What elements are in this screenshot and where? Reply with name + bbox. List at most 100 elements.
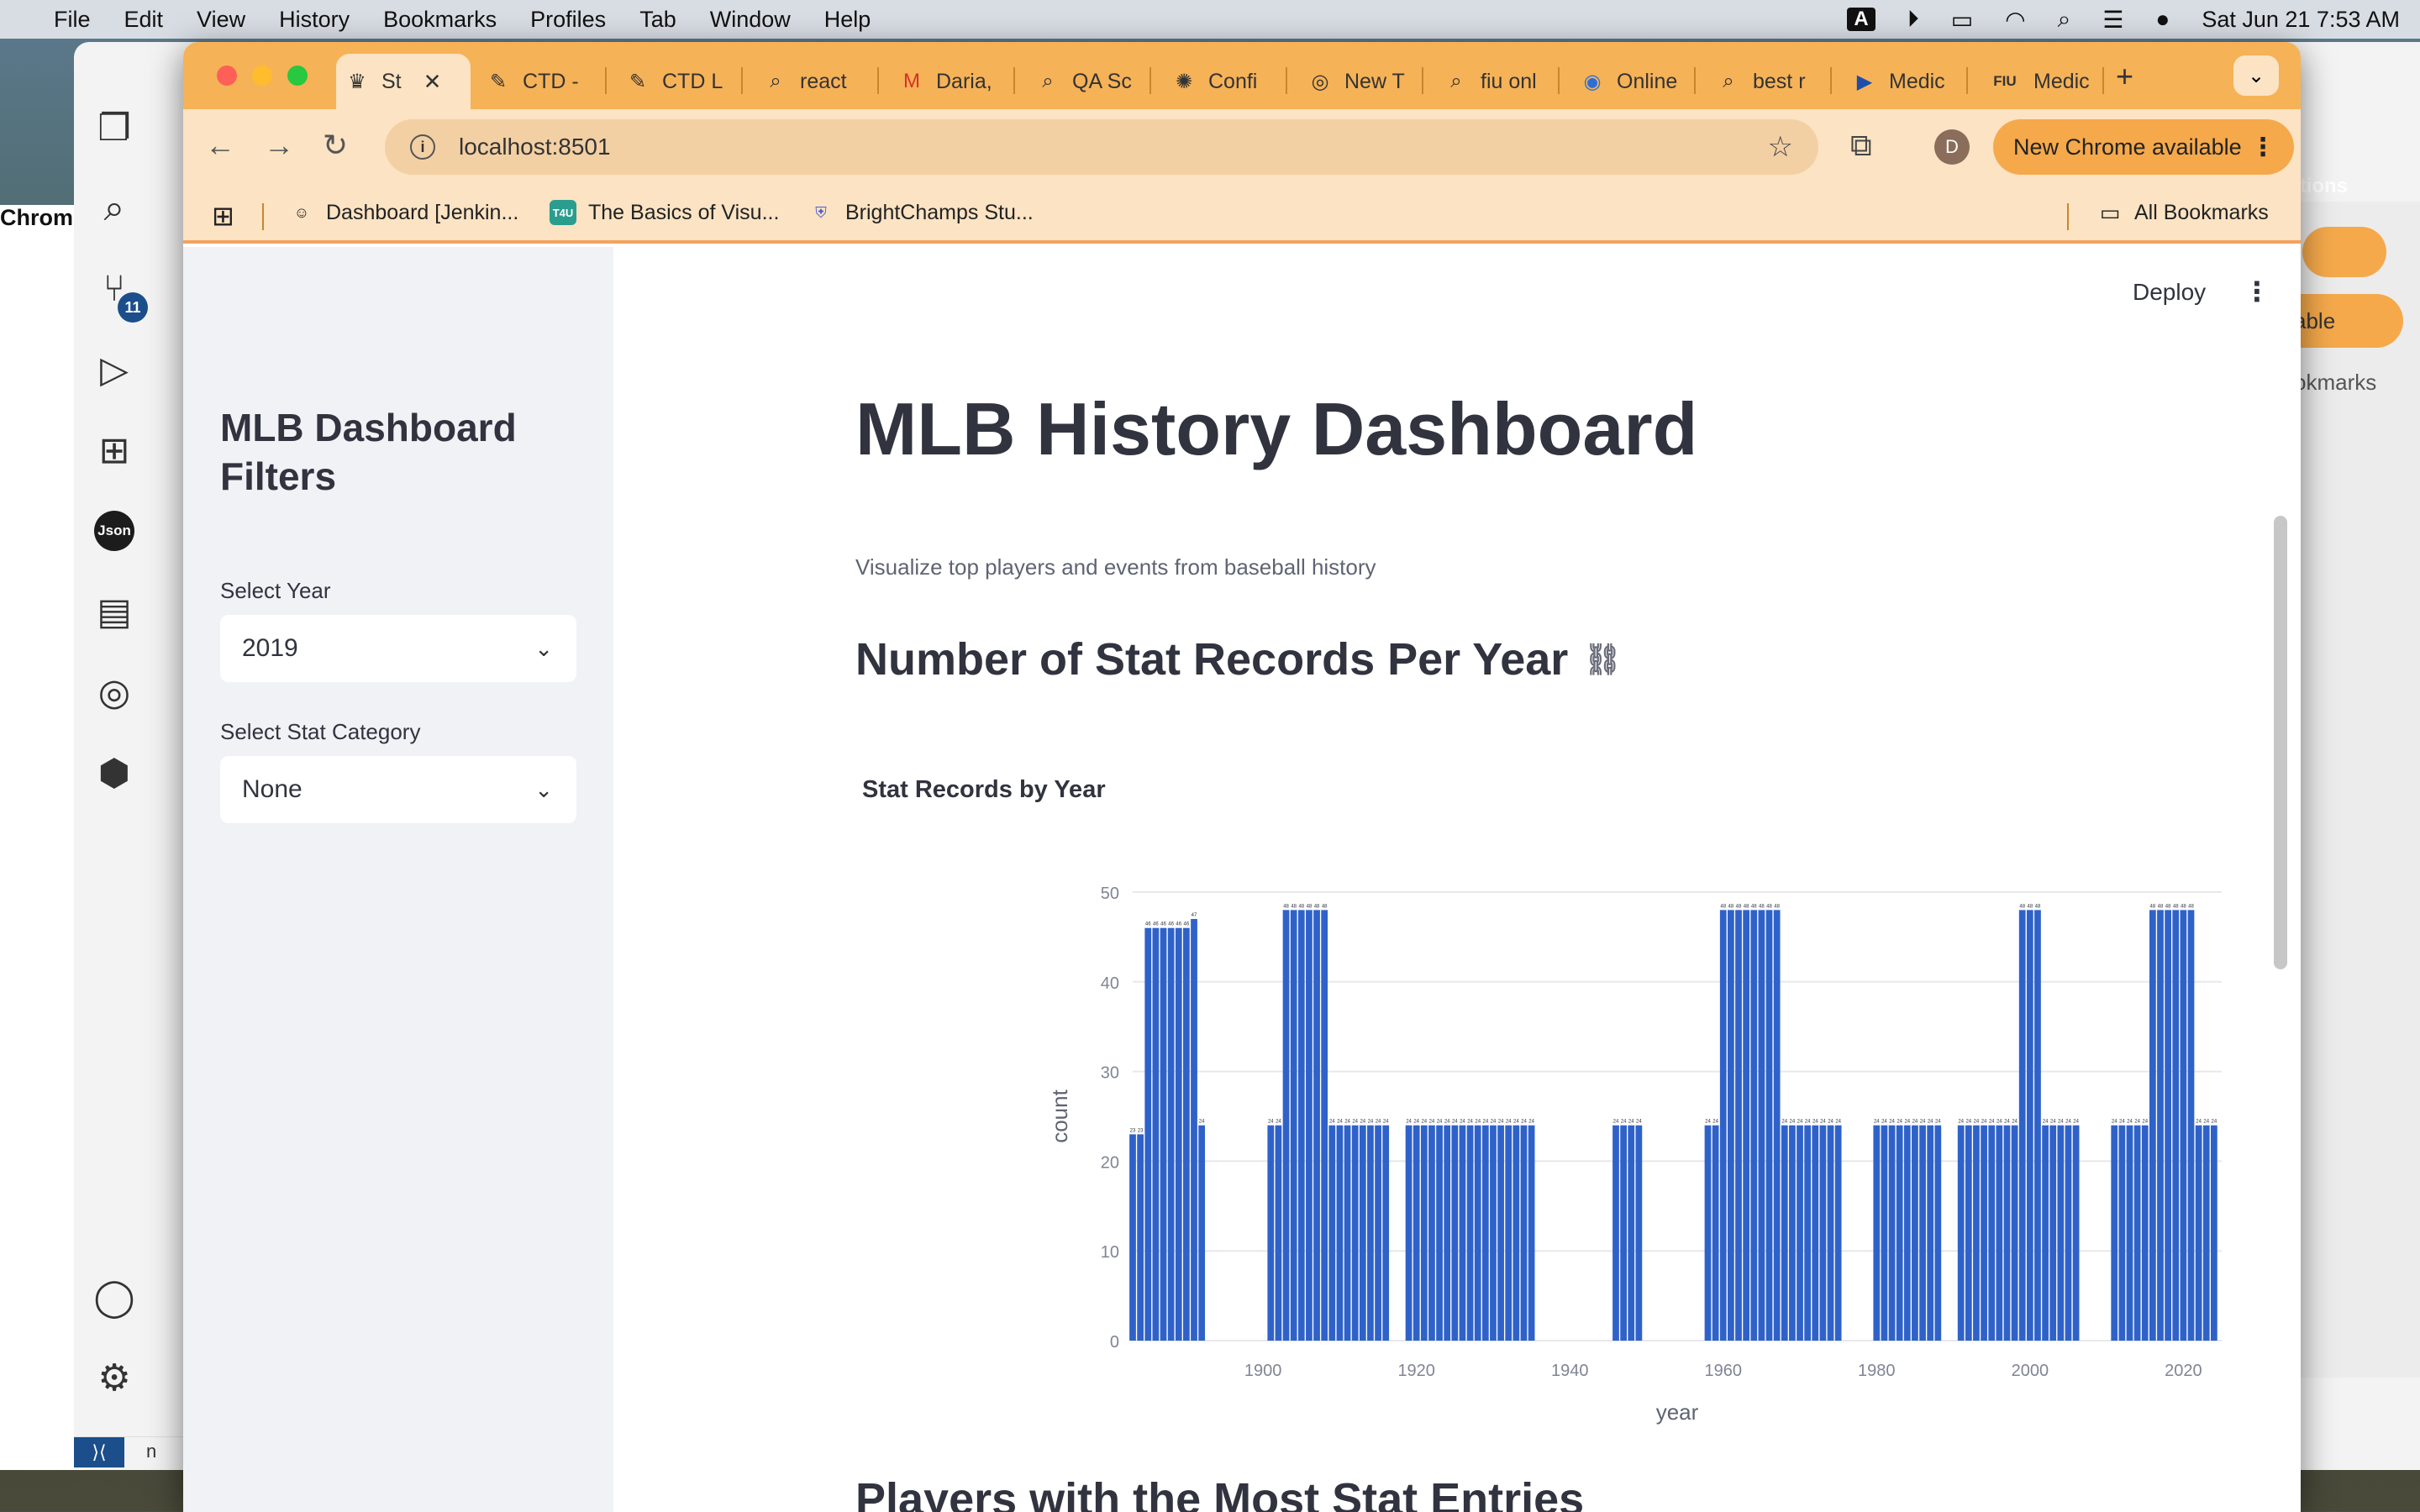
chart-bar[interactable] <box>1290 910 1297 1341</box>
chart-bar[interactable] <box>2141 1125 2149 1341</box>
bookmark-basics-visu[interactable]: T4U The Basics of Visu... <box>550 200 779 225</box>
chart-bar[interactable] <box>2072 1125 2080 1341</box>
explorer-icon[interactable]: ❐ <box>89 102 139 153</box>
menu-profiles[interactable]: Profiles <box>530 7 606 33</box>
chart-bar[interactable] <box>1996 1125 2003 1341</box>
tab-best[interactable]: ⌕ best r <box>1707 54 1814 109</box>
chart-bar[interactable] <box>1359 1125 1366 1341</box>
chart-bar[interactable] <box>2042 1125 2049 1341</box>
control-center-icon[interactable]: ☰ <box>2102 6 2123 34</box>
chart-bar[interactable] <box>1313 910 1320 1341</box>
chart-bar[interactable] <box>1344 1125 1351 1341</box>
chart-bar[interactable] <box>1474 1125 1481 1341</box>
minimize-window-button[interactable] <box>252 66 272 86</box>
chart-bar[interactable] <box>1765 910 1773 1341</box>
chart-bar[interactable] <box>1512 1125 1520 1341</box>
globe-icon[interactable]: ◎ <box>89 667 139 717</box>
chart-bar[interactable] <box>1965 1125 1972 1341</box>
tab-ctd-2[interactable]: ✎ CTD L <box>617 54 731 109</box>
menu-history[interactable]: History <box>279 7 350 33</box>
chart-bar[interactable] <box>1628 1125 1635 1341</box>
chart-bar[interactable] <box>1957 1125 1965 1341</box>
menu-file[interactable]: File <box>54 7 91 33</box>
chart-bar[interactable] <box>1466 1125 1474 1341</box>
profile-avatar[interactable]: D <box>1934 129 1970 165</box>
remote-icon[interactable]: ⟩⟨ <box>74 1437 124 1467</box>
chart-bar[interactable] <box>1267 1125 1275 1341</box>
menu-bookmarks[interactable]: Bookmarks <box>383 7 497 33</box>
chart-bar[interactable] <box>1275 1125 1282 1341</box>
tab-streamlit[interactable]: ♛ St ✕ <box>336 54 471 109</box>
tab-gmail[interactable]: M Daria, <box>891 54 1001 109</box>
chart-bar[interactable] <box>2172 910 2180 1341</box>
chart-bar[interactable] <box>2180 910 2187 1341</box>
menu-help[interactable]: Help <box>824 7 871 33</box>
extensions-icon[interactable]: ⊞ <box>89 425 139 475</box>
folder-icon[interactable]: ▤ <box>89 586 139 637</box>
chart-bar[interactable] <box>2011 1125 2018 1341</box>
hexagon-icon[interactable]: ⬢ <box>89 748 139 798</box>
forward-button[interactable]: → <box>264 128 294 163</box>
chart-bar[interactable] <box>1919 1125 1926 1341</box>
chart-bar[interactable] <box>1328 1125 1336 1341</box>
chart-bar[interactable] <box>1988 1125 1996 1341</box>
back-button[interactable]: ← <box>205 128 235 163</box>
chrome-menu-icon[interactable]: ⋮ <box>2250 133 2275 162</box>
chart-bar[interactable] <box>1481 1125 1489 1341</box>
chart-bar[interactable] <box>1367 1125 1374 1341</box>
chart-bar[interactable] <box>1827 1125 1834 1341</box>
chart-bar[interactable] <box>1282 910 1290 1341</box>
all-bookmarks-button[interactable]: ▭ All Bookmarks <box>2097 200 2269 225</box>
tab-ctd-1[interactable]: ✎ CTD - <box>477 54 587 109</box>
battery-icon[interactable]: ▭ <box>1951 6 1973 34</box>
chart-bar[interactable] <box>1505 1125 1512 1341</box>
chart-bar[interactable] <box>1973 1125 1980 1341</box>
year-select[interactable]: 2019 ⌄ <box>220 615 576 682</box>
tab-online[interactable]: ◉ Online <box>1571 54 1686 109</box>
scrollbar-thumb[interactable] <box>2274 516 2287 969</box>
chart-bar[interactable] <box>1934 1125 1942 1341</box>
search-icon[interactable]: ⌕ <box>89 183 139 234</box>
run-debug-icon[interactable]: ▷ <box>89 344 139 395</box>
tab-react[interactable]: ⌕ react <box>755 54 855 109</box>
chart-bar[interactable] <box>2133 1125 2141 1341</box>
chart-bar[interactable] <box>1198 1125 1206 1341</box>
chart-bar[interactable] <box>2202 1125 2210 1341</box>
tab-confi[interactable]: ✺ Confi <box>1163 54 1265 109</box>
chart-bar[interactable] <box>1160 927 1167 1341</box>
input-source-icon[interactable]: A <box>1847 8 1876 31</box>
chart-bar[interactable] <box>1888 1125 1896 1341</box>
chart-bar[interactable] <box>1903 1125 1911 1341</box>
chart-bar[interactable] <box>1804 1125 1812 1341</box>
menu-window[interactable]: Window <box>710 7 791 33</box>
chart-bar[interactable] <box>1750 910 1758 1341</box>
chart-bar[interactable] <box>1191 919 1197 1341</box>
chart-bar[interactable] <box>1144 927 1152 1341</box>
chart-bar[interactable] <box>1834 1125 1842 1341</box>
chart-bar[interactable] <box>1137 1134 1144 1341</box>
chart-bar[interactable] <box>1490 1125 1497 1341</box>
site-info-icon[interactable]: i <box>410 134 435 160</box>
stat-records-bar-chart[interactable]: 0 10 20 30 40 50 1900 1920 1940 1960 1980 2000 2020 2… <box>613 247 2301 1473</box>
tab-fiu-online[interactable]: ⌕ fiu onl <box>1435 54 1545 109</box>
chart-bar[interactable] <box>1297 910 1305 1341</box>
chart-bar[interactable] <box>1459 1125 1466 1341</box>
wifi-icon[interactable]: ◠ <box>2005 6 2025 34</box>
menu-edit[interactable]: Edit <box>124 7 164 33</box>
chart-bar[interactable] <box>1735 910 1742 1341</box>
url-text[interactable]: localhost:8501 <box>459 134 611 160</box>
chart-bar[interactable] <box>1612 1125 1619 1341</box>
chart-bar[interactable] <box>1881 1125 1888 1341</box>
chart-bar[interactable] <box>2003 1125 2011 1341</box>
chart-bar[interactable] <box>1351 1125 1359 1341</box>
chart-bar[interactable] <box>1620 1125 1627 1341</box>
chart-bar[interactable] <box>1306 910 1313 1341</box>
address-bar[interactable]: i localhost:8501 ☆ <box>385 119 1818 175</box>
tab-medic-1[interactable]: ▶ Medic <box>1844 54 1954 109</box>
close-tab-icon[interactable]: ✕ <box>424 69 442 95</box>
chart-bar[interactable] <box>1375 1125 1381 1341</box>
json-icon[interactable]: Json <box>89 506 139 556</box>
chart-bar[interactable] <box>1428 1125 1435 1341</box>
bookmark-star-icon[interactable]: ☆ <box>1768 130 1793 164</box>
settings-gear-icon[interactable]: ⚙ <box>89 1352 139 1403</box>
